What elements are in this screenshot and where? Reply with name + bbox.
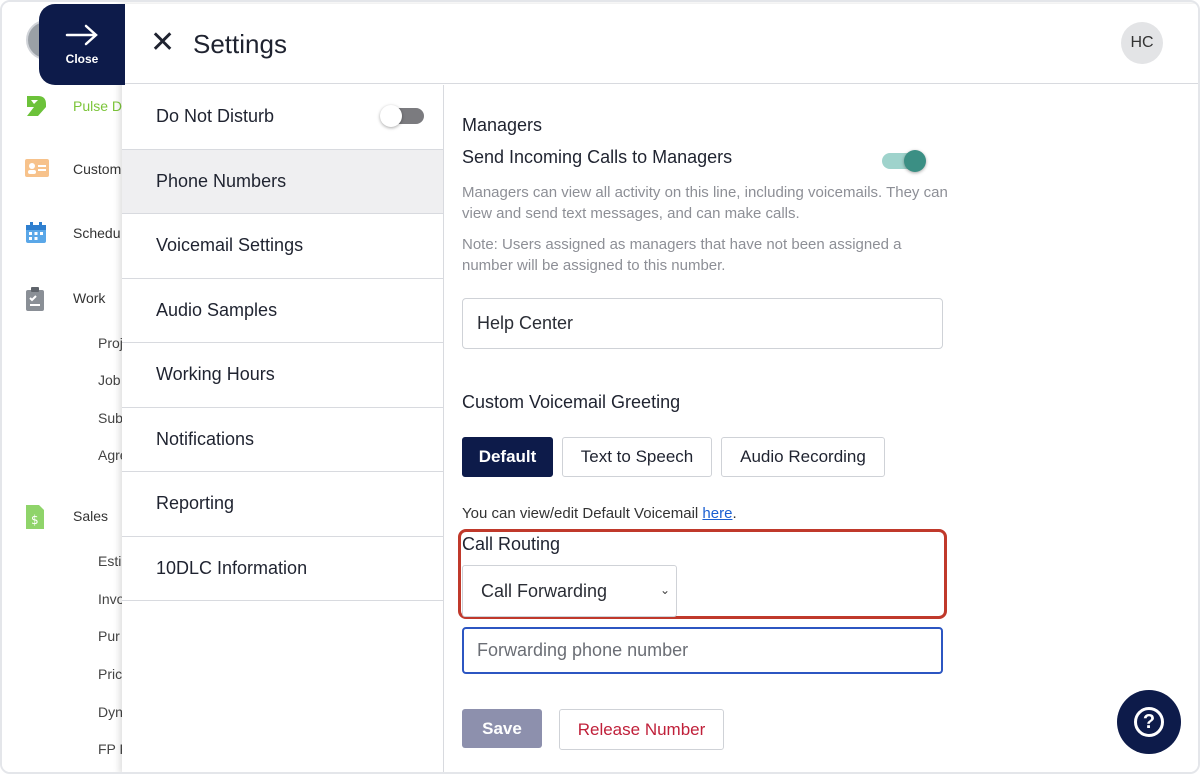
nav-item-label: Voicemail Settings: [156, 235, 304, 256]
question-icon: ?: [1134, 707, 1164, 737]
sidebar-item-schedule[interactable]: Schedu: [24, 221, 120, 245]
do-not-disturb-toggle[interactable]: [380, 105, 424, 127]
sidebar-subitem[interactable]: Sub: [98, 410, 123, 426]
call-routing-title: Call Routing: [462, 534, 561, 554]
sidebar-subitem[interactable]: Esti: [98, 553, 121, 569]
forwarding-phone-input[interactable]: [462, 627, 943, 674]
nav-item-phone-numbers[interactable]: Phone Numbers: [122, 149, 443, 214]
nav-item-label: Reporting: [156, 493, 235, 514]
clipboard-icon: [24, 286, 48, 311]
close-panel-tab[interactable]: Close: [39, 4, 125, 85]
page-title: Settings: [193, 29, 287, 59]
close-tab-label: Close: [65, 51, 99, 66]
calendar-icon: [24, 221, 48, 245]
nav-item-label: Notifications: [156, 428, 255, 449]
contact-card-icon: [24, 157, 49, 181]
close-icon[interactable]: ✕: [150, 28, 175, 58]
nav-item-audio-samples[interactable]: Audio Samples: [122, 279, 443, 343]
nav-item-reporting[interactable]: Reporting: [122, 472, 443, 537]
help-button[interactable]: ?: [1117, 690, 1181, 754]
managers-note-text: Note: Users assigned as managers that ha…: [462, 236, 902, 274]
managers-title: Managers: [462, 115, 543, 135]
chevron-down-icon: ⌄: [659, 583, 670, 597]
managers-help-text: Managers can view all activity on this l…: [462, 184, 948, 222]
svg-text:$: $: [31, 513, 39, 527]
nav-item-voicemail-settings[interactable]: Voicemail Settings: [122, 214, 443, 279]
voicemail-greeting-title: Custom Voicemail Greeting: [462, 392, 681, 412]
voicemail-edit-link[interactable]: here: [702, 505, 732, 522]
save-button[interactable]: Save: [462, 709, 542, 748]
sidebar-item-pulse[interactable]: Pulse D: [24, 94, 122, 118]
user-avatar[interactable]: HC: [1121, 22, 1163, 64]
nav-item-do-not-disturb[interactable]: Do Not Disturb: [122, 85, 443, 150]
greeting-tts-button[interactable]: Text to Speech: [562, 437, 712, 477]
nav-item-10dlc-information[interactable]: 10DLC Information: [122, 537, 443, 601]
nav-item-label: Working Hours: [156, 364, 275, 385]
invoice-dollar-icon: $: [24, 504, 48, 529]
window: Pulse D Custom Schedu Work Proj Job Sub …: [0, 0, 1200, 774]
manager-select-field[interactable]: Help Center: [462, 298, 943, 349]
sidebar-subitem[interactable]: Pur: [98, 628, 120, 644]
send-calls-label: Send Incoming Calls to Managers: [462, 147, 733, 167]
sidebar-subitem[interactable]: Dyn: [98, 704, 123, 720]
nav-item-notifications[interactable]: Notifications: [122, 408, 443, 472]
nav-item-label: Phone Numbers: [156, 170, 287, 191]
settings-nav: Do Not Disturb Phone Numbers Voicemail S…: [122, 85, 444, 772]
call-routing-select[interactable]: Call Forwarding ⌄: [462, 565, 677, 617]
settings-panel: ✕ Settings HC Do Not Disturb Phone Numbe…: [122, 4, 1198, 772]
pulse-logo-icon: [24, 94, 48, 118]
app-sidebar: Pulse D Custom Schedu Work Proj Job Sub …: [2, 2, 132, 772]
sidebar-item-customers[interactable]: Custom: [24, 157, 121, 181]
greeting-default-button[interactable]: Default: [462, 437, 553, 477]
nav-item-label: 10DLC Information: [156, 557, 308, 578]
voicemail-note: You can view/edit Default Voicemail here…: [462, 505, 737, 522]
sidebar-item-sales[interactable]: $ Sales: [24, 504, 108, 529]
sidebar-item-work[interactable]: Work: [24, 286, 105, 311]
settings-header: ✕ Settings HC: [122, 4, 1198, 84]
sidebar-subitem[interactable]: Job: [98, 372, 121, 388]
release-number-button[interactable]: Release Number: [559, 709, 724, 750]
send-calls-toggle[interactable]: [882, 150, 926, 172]
greeting-audio-recording-button[interactable]: Audio Recording: [721, 437, 885, 477]
nav-item-label: Audio Samples: [156, 299, 278, 320]
sidebar-subitem[interactable]: Proj: [98, 335, 123, 351]
nav-item-label: Do Not Disturb: [156, 106, 275, 127]
nav-item-working-hours[interactable]: Working Hours: [122, 343, 443, 408]
sidebar-subitem[interactable]: Invo: [98, 591, 124, 607]
arrow-right-icon: [65, 24, 99, 50]
sidebar-subitem[interactable]: Pric: [98, 666, 122, 682]
